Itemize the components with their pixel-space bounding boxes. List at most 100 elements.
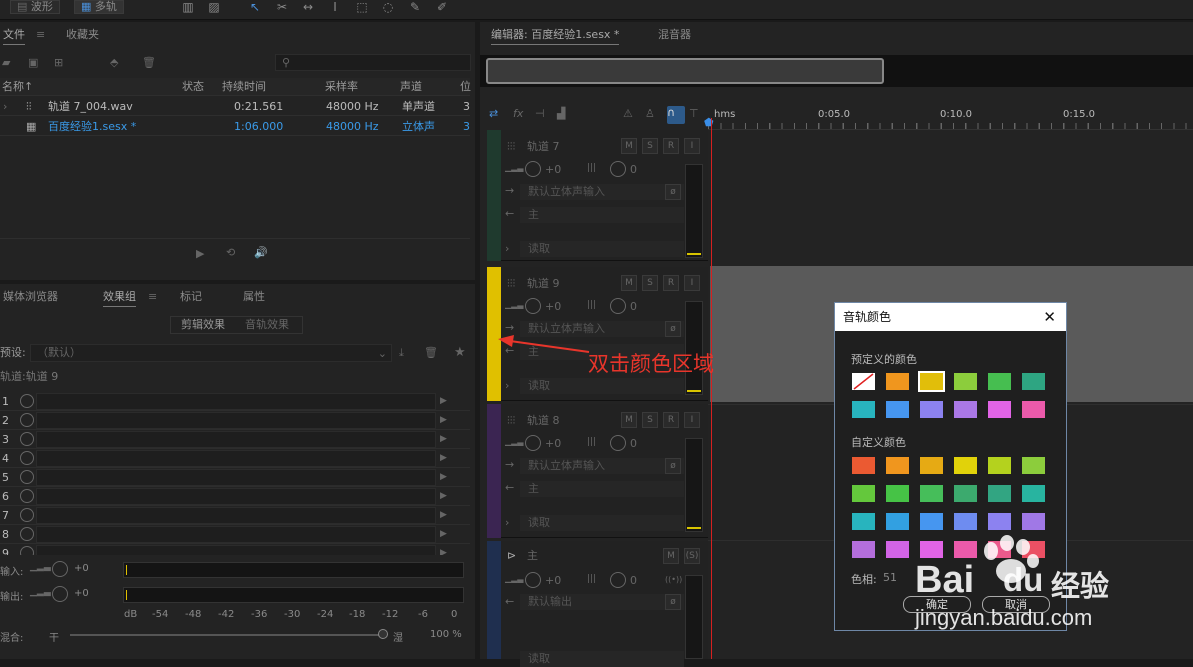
hue-value[interactable]: 51 <box>883 571 897 584</box>
autoplay-icon[interactable]: 🔊 <box>254 246 268 259</box>
slot-arrow-icon[interactable]: ▶ <box>440 415 447 425</box>
new-file-icon[interactable]: ⊞ <box>54 56 63 69</box>
track-name[interactable]: 主 <box>527 549 538 563</box>
slot-arrow-icon[interactable]: ▶ <box>440 472 447 482</box>
color-swatch[interactable] <box>886 401 909 418</box>
power-icon[interactable] <box>20 394 34 408</box>
pan-knob[interactable] <box>610 298 626 314</box>
volume-value[interactable]: +0 <box>545 163 561 177</box>
color-swatch[interactable] <box>954 457 977 474</box>
color-swatch[interactable] <box>886 541 909 558</box>
power-icon[interactable] <box>20 508 34 522</box>
input-monitor-button[interactable]: I <box>684 275 700 291</box>
tab-favorites[interactable]: 收藏夹 <box>66 26 99 44</box>
color-swatch[interactable] <box>852 401 875 418</box>
power-icon[interactable] <box>20 451 34 465</box>
pin-icon[interactable]: ⊤ <box>689 107 699 120</box>
color-swatch[interactable] <box>1022 457 1045 474</box>
pan-knob[interactable] <box>610 572 626 588</box>
power-icon[interactable] <box>20 470 34 484</box>
mix-slider[interactable] <box>70 634 382 636</box>
master-track-header[interactable]: ⊳ 主 M (S) ▁▂▃ +0 ||| 0 ((•)) ← 默认输出 ø 读取 <box>487 541 708 667</box>
track-name[interactable]: 轨道 8 <box>527 414 560 428</box>
spectral-pitch-icon[interactable]: ▨ <box>204 0 224 16</box>
record-arm-button[interactable]: R <box>663 275 679 291</box>
color-swatch[interactable] <box>886 513 909 530</box>
solo-button[interactable]: S <box>642 138 658 154</box>
effect-slot[interactable]: 1 ▶ <box>0 392 470 411</box>
phase-icon[interactable]: ø <box>665 458 681 474</box>
tab-media-browser[interactable]: 媒体浏览器 <box>3 288 58 306</box>
color-swatch[interactable] <box>988 485 1011 502</box>
power-icon[interactable] <box>20 527 34 541</box>
phase-icon[interactable]: ø <box>665 321 681 337</box>
slip-tool-icon[interactable]: ↔ <box>298 0 318 16</box>
overview-bar[interactable] <box>480 55 1193 87</box>
effect-slot[interactable]: 4 ▶ <box>0 449 470 468</box>
volume-value[interactable]: +0 <box>545 437 561 451</box>
color-swatch[interactable] <box>954 373 977 390</box>
eq-icon[interactable]: ▟ <box>557 107 565 120</box>
automation-mode-select[interactable]: 读取 <box>520 378 684 394</box>
color-swatch[interactable] <box>1022 401 1045 418</box>
expand-icon[interactable]: › <box>3 98 7 116</box>
panel-menu-icon[interactable]: ≡ <box>148 290 157 303</box>
table-row[interactable]: ▦ 百度经验1.sesx * 1:06.000 48000 Hz 立体声 3 <box>0 118 470 136</box>
open-file-icon[interactable]: ▰ <box>2 56 10 69</box>
brush-icon[interactable]: ✎ <box>405 0 425 16</box>
import-icon[interactable]: ▣ <box>28 56 38 69</box>
pan-value[interactable]: 0 <box>630 437 637 451</box>
power-icon[interactable] <box>20 546 34 555</box>
effect-slot[interactable]: 7 ▶ <box>0 506 470 525</box>
tab-markers[interactable]: 标记 <box>180 288 202 306</box>
input-monitor-button[interactable]: I <box>684 412 700 428</box>
output-select[interactable]: 默认输出 <box>520 594 684 610</box>
power-icon[interactable] <box>20 489 34 503</box>
tab-properties[interactable]: 属性 <box>243 288 265 306</box>
col-name[interactable]: 名称↑ <box>2 78 33 96</box>
timeline-ruler[interactable]: hms 0:05.0 0:10.0 0:15.0 ⬟ <box>704 104 1193 130</box>
effect-slot[interactable]: 5 ▶ <box>0 468 470 487</box>
expand-icon[interactable]: › <box>505 379 509 392</box>
healing-brush-icon[interactable]: ✐ <box>432 0 452 16</box>
color-swatch[interactable] <box>954 513 977 530</box>
track-header[interactable]: ⫶⫶⫶ 轨道 7 M S R I ▁▂▃ +0 ||| 0 → 默认立体声输入 … <box>487 130 708 261</box>
slot-arrow-icon[interactable]: ▶ <box>440 548 447 555</box>
play-icon[interactable]: ▶ <box>196 247 204 260</box>
col-channels[interactable]: 声道 <box>400 78 422 96</box>
favorite-star-icon[interactable]: ★ <box>454 345 466 360</box>
track-name[interactable]: 轨道 9 <box>527 277 560 291</box>
solo-button[interactable]: S <box>642 412 658 428</box>
tab-clip-effects[interactable]: 剪辑效果 <box>181 316 225 334</box>
loop-icon[interactable]: ⟲ <box>226 246 235 259</box>
multitrack-view-button[interactable]: ▦ 多轨 <box>74 0 124 14</box>
slot-arrow-icon[interactable]: ▶ <box>440 453 447 463</box>
power-icon[interactable] <box>20 432 34 446</box>
color-swatch[interactable] <box>852 457 875 474</box>
expand-icon[interactable]: › <box>505 516 509 529</box>
phase-icon[interactable]: ø <box>665 184 681 200</box>
col-status[interactable]: 状态 <box>182 78 204 96</box>
mix-slider-handle[interactable] <box>378 629 388 639</box>
volume-value[interactable]: +0 <box>545 300 561 314</box>
table-row[interactable]: › ⫶⫶ 轨道 7_004.wav 0:21.561 48000 Hz 单声道 … <box>0 98 470 116</box>
effect-slot[interactable]: 9 ▶ <box>0 544 470 555</box>
delete-icon[interactable]: 🗑 <box>142 56 156 69</box>
mute-button[interactable]: M <box>663 548 679 564</box>
pan-value[interactable]: 0 <box>630 300 637 314</box>
record-arm-button[interactable]: R <box>663 138 679 154</box>
solo-button[interactable]: (S) <box>684 548 700 564</box>
input-monitor-button[interactable]: I <box>684 138 700 154</box>
slot-arrow-icon[interactable]: ▶ <box>440 510 447 520</box>
slot-arrow-icon[interactable]: ▶ <box>440 396 447 406</box>
monitor-icon[interactable]: ♙ <box>645 107 655 120</box>
col-duration[interactable]: 持续时间 <box>222 78 266 96</box>
color-swatch[interactable] <box>886 485 909 502</box>
track-name[interactable]: 轨道 7 <box>527 140 560 154</box>
pan-knob[interactable] <box>610 161 626 177</box>
close-icon[interactable]: ✕ <box>1043 303 1056 331</box>
color-swatch[interactable] <box>920 485 943 502</box>
slot-arrow-icon[interactable]: ▶ <box>440 491 447 501</box>
spectral-frequency-icon[interactable]: ▥ <box>178 0 198 16</box>
fx-icon[interactable]: fx <box>513 107 523 120</box>
